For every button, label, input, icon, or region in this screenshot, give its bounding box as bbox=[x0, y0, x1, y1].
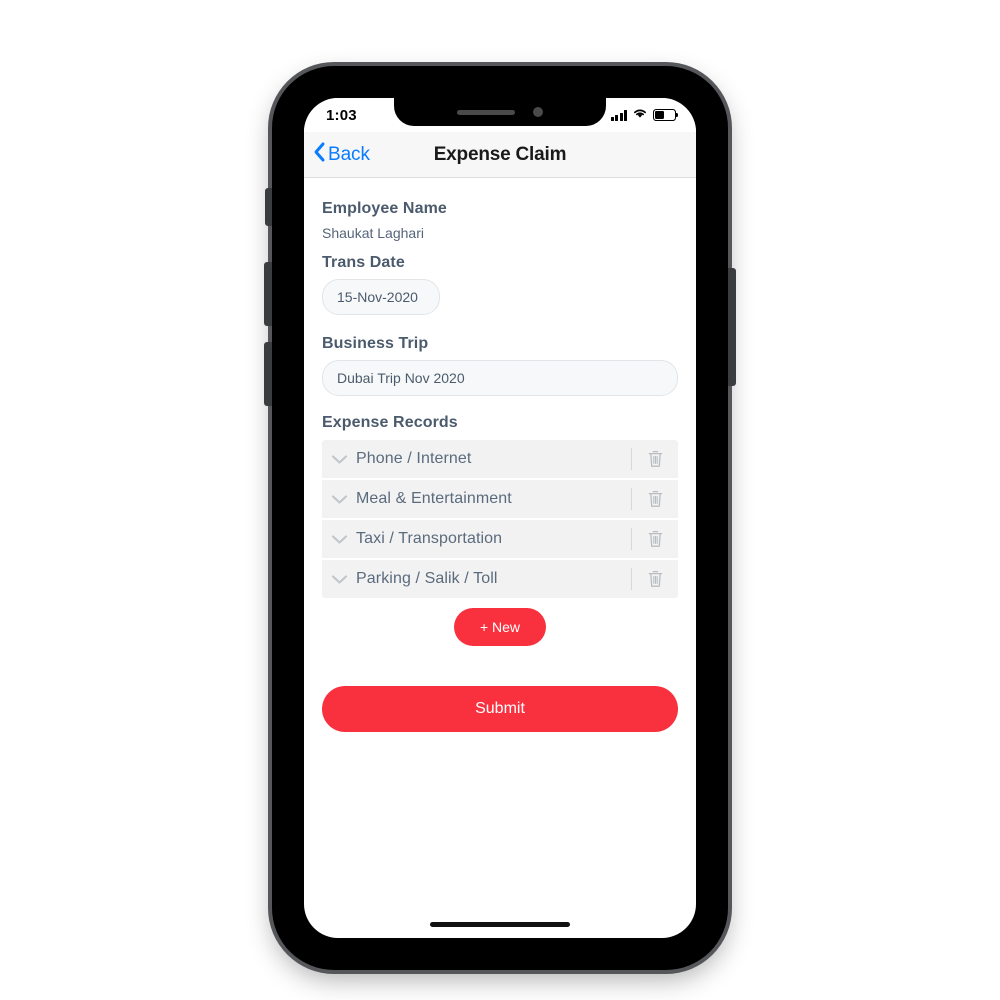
chevron-down-icon[interactable] bbox=[322, 574, 356, 585]
expense-row-label: Phone / Internet bbox=[356, 450, 472, 467]
employee-name-value: Shaukat Laghari bbox=[322, 225, 424, 241]
business-trip-input[interactable] bbox=[322, 360, 678, 396]
submit-button[interactable]: Submit bbox=[322, 686, 678, 732]
expense-row[interactable]: Phone / Internet bbox=[322, 440, 678, 480]
chevron-down-icon[interactable] bbox=[322, 454, 356, 465]
trash-icon[interactable] bbox=[632, 570, 678, 588]
expense-row[interactable]: Meal & Entertainment bbox=[322, 480, 678, 520]
back-button-label: Back bbox=[328, 143, 370, 165]
expense-records-label: Expense Records bbox=[322, 414, 458, 431]
phone-screen: 1:03 Back Expense Claim Employee Name Sh… bbox=[304, 98, 696, 938]
expense-row-label: Parking / Salik / Toll bbox=[356, 570, 498, 587]
chevron-left-icon bbox=[312, 141, 326, 168]
form-content: Employee Name Shaukat Laghari Trans Date… bbox=[304, 178, 696, 732]
earpiece-speaker-icon bbox=[457, 109, 515, 115]
phone-notch bbox=[394, 98, 606, 126]
trash-icon[interactable] bbox=[632, 530, 678, 548]
expense-row-label: Meal & Entertainment bbox=[356, 490, 512, 507]
volume-up-button[interactable] bbox=[264, 262, 272, 326]
trash-icon[interactable] bbox=[632, 490, 678, 508]
cellular-signal-icon bbox=[610, 109, 627, 121]
trash-icon[interactable] bbox=[632, 450, 678, 468]
expense-row[interactable]: Taxi / Transportation bbox=[322, 520, 678, 560]
expense-row[interactable]: Parking / Salik / Toll bbox=[322, 560, 678, 598]
business-trip-label: Business Trip bbox=[322, 335, 429, 352]
wifi-icon bbox=[632, 106, 648, 124]
employee-name-label: Employee Name bbox=[322, 200, 447, 217]
expense-records-list: Phone / Internet Meal & Entertainment Ta… bbox=[322, 440, 678, 598]
volume-down-button[interactable] bbox=[264, 342, 272, 406]
silence-switch-button[interactable] bbox=[265, 188, 272, 226]
new-record-button-container: + New bbox=[322, 608, 678, 646]
trans-date-label: Trans Date bbox=[322, 254, 405, 271]
navigation-bar: Back Expense Claim bbox=[304, 132, 696, 178]
status-bar-icons bbox=[610, 106, 679, 124]
chevron-down-icon[interactable] bbox=[322, 494, 356, 505]
battery-fill-level bbox=[655, 111, 664, 119]
power-button[interactable] bbox=[728, 268, 736, 386]
front-camera-icon bbox=[533, 107, 543, 117]
home-indicator[interactable] bbox=[430, 922, 570, 927]
battery-icon bbox=[653, 109, 679, 121]
status-bar-time: 1:03 bbox=[326, 106, 357, 124]
phone-device-frame: 1:03 Back Expense Claim Employee Name Sh… bbox=[264, 66, 736, 970]
back-button[interactable]: Back bbox=[304, 141, 370, 168]
chevron-down-icon[interactable] bbox=[322, 534, 356, 545]
add-new-record-button[interactable]: + New bbox=[453, 608, 547, 646]
expense-row-label: Taxi / Transportation bbox=[356, 530, 503, 547]
trans-date-input[interactable] bbox=[322, 279, 440, 315]
